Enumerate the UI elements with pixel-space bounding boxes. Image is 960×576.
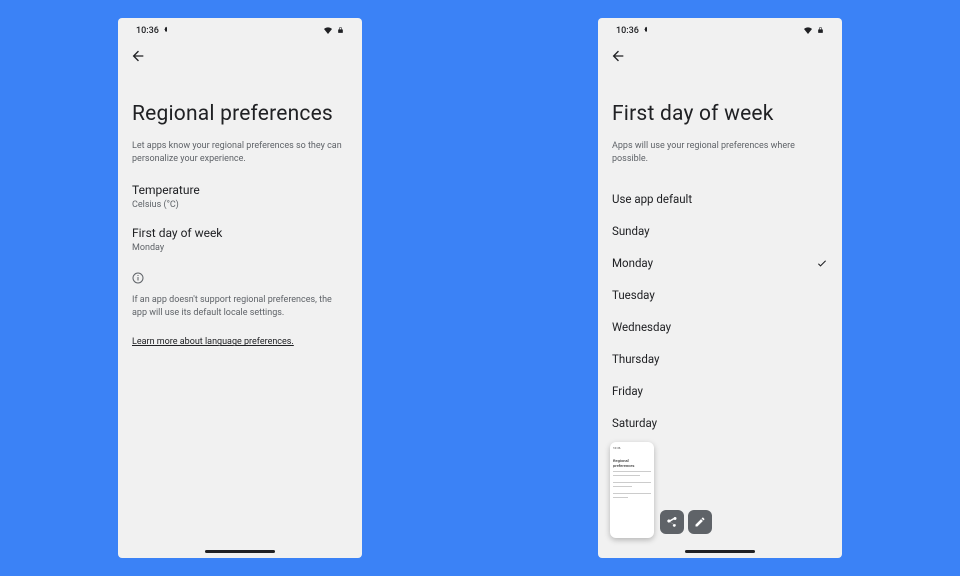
status-time: 10:36 bbox=[136, 26, 159, 36]
thumb-title: Regional preferences bbox=[613, 458, 651, 468]
option-label: Monday bbox=[612, 256, 653, 270]
option-sunday[interactable]: Sunday bbox=[612, 215, 828, 247]
lock-icon bbox=[337, 26, 344, 37]
option-saturday[interactable]: Saturday bbox=[612, 407, 828, 439]
lock-icon bbox=[817, 26, 824, 37]
share-button[interactable] bbox=[660, 510, 684, 534]
option-label: Friday bbox=[612, 384, 643, 398]
status-time: 10:36 bbox=[616, 26, 639, 36]
pref-firstday-label: First day of week bbox=[132, 226, 348, 240]
option-label: Thursday bbox=[612, 352, 659, 366]
option-wednesday[interactable]: Wednesday bbox=[612, 311, 828, 343]
pref-temperature-label: Temperature bbox=[132, 183, 348, 197]
pref-firstday-value: Monday bbox=[132, 243, 348, 253]
wifi-icon bbox=[803, 26, 813, 37]
page-subtitle: Apps will use your regional preferences … bbox=[612, 140, 828, 165]
pref-temperature-value: Celsius (°C) bbox=[132, 200, 348, 210]
options-list: Use app default Sunday Monday Tuesday Wednes… bbox=[612, 183, 828, 439]
screenshot-thumbnail[interactable]: 10:36 Regional preferences bbox=[610, 442, 654, 538]
page-subtitle: Let apps know your regional preferences … bbox=[132, 140, 348, 165]
gesture-bar[interactable] bbox=[685, 550, 755, 553]
info-icon bbox=[132, 269, 348, 288]
learn-more-link[interactable]: Learn more about language preferences. bbox=[132, 337, 294, 347]
option-monday[interactable]: Monday bbox=[612, 247, 828, 279]
page-title: Regional preferences bbox=[132, 102, 348, 126]
option-tuesday[interactable]: Tuesday bbox=[612, 279, 828, 311]
edit-button[interactable] bbox=[688, 510, 712, 534]
option-friday[interactable]: Friday bbox=[612, 375, 828, 407]
status-bar: 10:36 bbox=[118, 18, 362, 40]
screenshot-preview: 10:36 Regional preferences bbox=[610, 442, 712, 538]
page-title: First day of week bbox=[612, 102, 828, 126]
phone-first-day-of-week: 10:36 First day of week Apps will use yo… bbox=[598, 18, 842, 558]
option-label: Saturday bbox=[612, 416, 657, 430]
wifi-icon bbox=[323, 26, 333, 37]
option-label: Tuesday bbox=[612, 288, 655, 302]
back-icon[interactable] bbox=[610, 48, 830, 64]
gesture-bar[interactable] bbox=[205, 550, 275, 553]
option-label: Wednesday bbox=[612, 320, 671, 334]
option-use-app-default[interactable]: Use app default bbox=[612, 183, 828, 215]
phone-regional-preferences: 10:36 Regional preferences Let apps know… bbox=[118, 18, 362, 558]
option-thursday[interactable]: Thursday bbox=[612, 343, 828, 375]
status-bar: 10:36 bbox=[598, 18, 842, 40]
option-label: Sunday bbox=[612, 224, 650, 238]
pref-firstday[interactable]: First day of week Monday bbox=[132, 226, 348, 253]
mute-icon bbox=[163, 26, 171, 37]
info-text: If an app doesn't support regional prefe… bbox=[132, 294, 348, 319]
mute-icon bbox=[643, 26, 651, 37]
back-icon[interactable] bbox=[130, 48, 350, 64]
check-icon bbox=[816, 257, 828, 269]
option-label: Use app default bbox=[612, 192, 692, 206]
pref-temperature[interactable]: Temperature Celsius (°C) bbox=[132, 183, 348, 210]
